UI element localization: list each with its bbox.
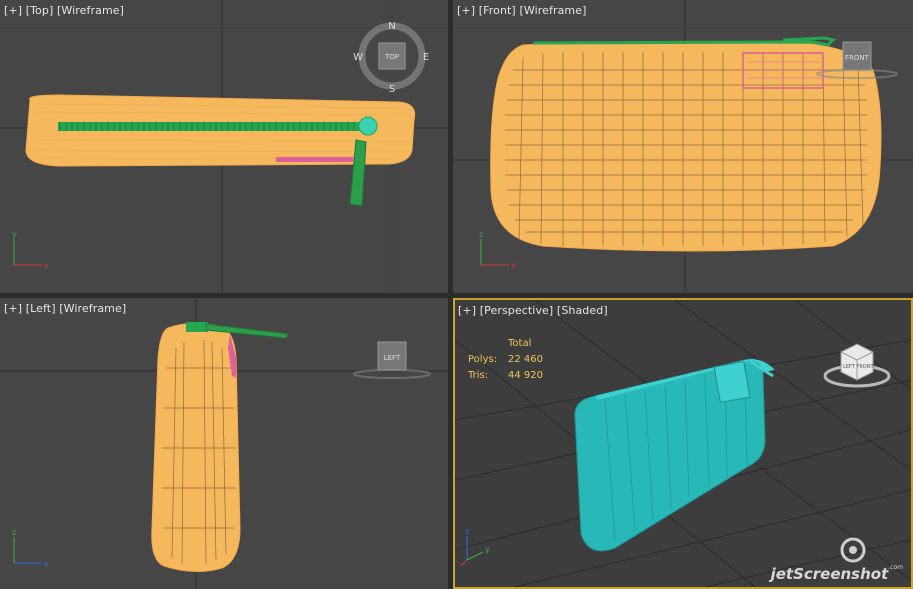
svg-text:x: x: [44, 261, 49, 270]
viewport-shading-mode[interactable]: [Shaded]: [557, 304, 608, 317]
viewport-point-of-view[interactable]: [Left]: [26, 302, 56, 315]
navigation-compass: TOP N S E W: [353, 21, 429, 95]
polys-label: Polys:: [468, 354, 498, 365]
viewport-point-of-view[interactable]: [Top]: [26, 4, 54, 17]
svg-text:y: y: [485, 545, 490, 554]
viewport-menu-plus[interactable]: [+]: [4, 4, 22, 17]
svg-text:N: N: [388, 21, 395, 32]
case-wireframe-left: [151, 322, 241, 572]
scene-statistics: Total Polys: 22 460 Tris: 44 920: [468, 336, 543, 384]
svg-text:z: z: [465, 527, 469, 536]
tris-label: Tris:: [468, 370, 489, 381]
svg-text:y: y: [12, 230, 17, 239]
axis-gizmo-left: z y: [12, 528, 49, 568]
viewport-perspective[interactable]: LEFT FRONT z y [+] [Perspective] [Shaded…: [453, 298, 913, 589]
stats-header: Total: [508, 338, 532, 349]
svg-text:x: x: [511, 261, 516, 270]
svg-text:FRONT: FRONT: [845, 54, 870, 62]
viewport-shading-mode[interactable]: [Wireframe]: [57, 4, 124, 17]
svg-text:y: y: [44, 559, 49, 568]
svg-text:z: z: [12, 528, 16, 537]
left-view-canvas: LEFT z y: [0, 298, 448, 589]
svg-text:W: W: [353, 52, 363, 63]
svg-text:FRONT: FRONT: [856, 364, 874, 370]
top-cube-label: TOP: [384, 53, 399, 61]
watermark-text: jetScreenshot.com: [770, 564, 903, 583]
viewport-point-of-view[interactable]: [Perspective]: [480, 304, 554, 317]
viewport-label-front[interactable]: [+] [Front] [Wireframe]: [457, 4, 586, 17]
svg-text:E: E: [423, 52, 429, 63]
viewport-top[interactable]: TOP N S E W y x [+] [Top] [Wireframe]: [0, 0, 448, 293]
svg-text:LEFT: LEFT: [384, 354, 401, 362]
tris-value: 44 920: [508, 370, 543, 381]
viewport-menu-plus[interactable]: [+]: [457, 4, 475, 17]
viewport-label-top[interactable]: [+] [Top] [Wireframe]: [4, 4, 124, 17]
viewport-front[interactable]: FRONT z x [+] [Front] [Wireframe]: [453, 0, 913, 293]
zipper-left: [186, 322, 208, 332]
axis-gizmo-front: z x: [479, 230, 516, 270]
viewport-label-left[interactable]: [+] [Left] [Wireframe]: [4, 302, 126, 315]
svg-text:S: S: [389, 84, 395, 95]
viewport-shading-mode[interactable]: [Wireframe]: [59, 302, 126, 315]
watermark-logo: [840, 537, 866, 563]
top-view-canvas: TOP N S E W y x: [0, 0, 448, 293]
zipper-top: [58, 122, 366, 131]
viewport-left[interactable]: LEFT z y [+] [Left] [Wireframe]: [0, 298, 448, 589]
front-view-canvas: FRONT z x: [453, 0, 913, 293]
polys-value: 22 460: [508, 354, 543, 365]
svg-text:z: z: [479, 230, 483, 239]
viewport-shading-mode[interactable]: [Wireframe]: [519, 4, 586, 17]
viewport-point-of-view[interactable]: [Front]: [479, 4, 516, 17]
axis-gizmo-top: y x: [12, 230, 49, 270]
viewport-menu-plus[interactable]: [+]: [4, 302, 22, 315]
pink-tab-top: [276, 157, 354, 162]
viewport-menu-plus[interactable]: [+]: [458, 304, 476, 317]
viewport-label-perspective[interactable]: [+] [Perspective] [Shaded]: [458, 304, 608, 317]
svg-text:LEFT: LEFT: [843, 364, 856, 370]
axis-gizmo-persp: z y: [460, 527, 490, 567]
teal-tab: [713, 361, 751, 403]
